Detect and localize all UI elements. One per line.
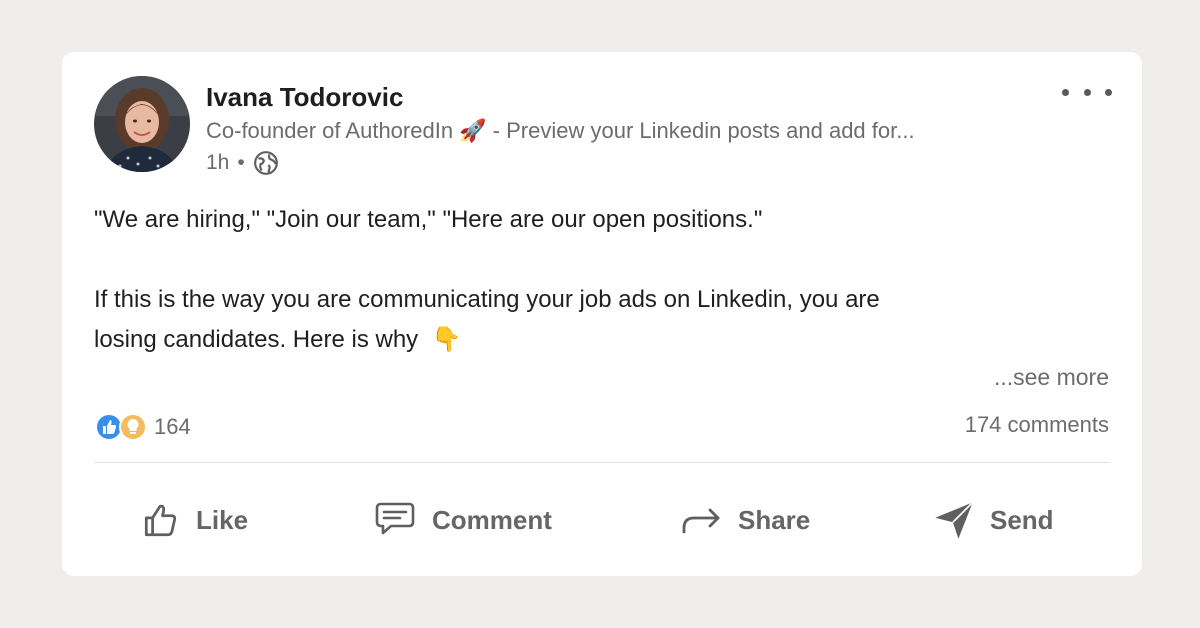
more-dot-icon [1062,88,1069,96]
share-arrow-icon [682,508,720,534]
more-dot-icon [1083,88,1091,96]
post-paragraph: "We are hiring," "Join our team," "Here … [94,206,763,233]
insightful-icon [119,413,147,441]
share-button[interactable]: Share [680,490,810,550]
send-button[interactable]: Send [932,490,1054,550]
comment-button[interactable]: Comment [372,490,552,550]
author-headline: Co-founder of AuthoredIn 🚀 - Preview you… [206,118,915,143]
author-name[interactable]: Ivana Todorovic [206,82,403,113]
reaction-icons [94,412,150,442]
divider [94,462,1110,463]
comment-icon [375,502,415,535]
like-label: Like [196,504,249,535]
post-actions: Like Comment Share Send [94,490,1110,550]
like-button[interactable]: Like [140,490,248,550]
avatar-photo [94,76,190,172]
post-body: "We are hiring," "Join our team," "Here … [94,200,1114,360]
send-label: Send [990,504,1054,535]
send-paper-plane-icon [935,501,974,539]
share-label: Share [738,504,811,535]
more-dot-icon [1105,88,1112,96]
pointing-down-emoji: 👇 [431,326,462,353]
thumbs-up-icon [144,504,177,537]
post-paragraph-line: losing candidates. Here is why 👇 [94,320,1114,360]
meta-separator: • [237,151,245,174]
post-meta: 1h • [206,150,279,176]
post-paragraph-line: If this is the way you are communicating… [94,286,880,313]
reactions-summary[interactable]: 164 [94,412,191,442]
post-card: Ivana Todorovic Co-founder of AuthoredIn… [62,52,1142,576]
globe-icon [253,151,278,175]
post-paragraph-text: losing candidates. Here is why [94,326,419,353]
more-options-button[interactable] [1062,80,1112,104]
post-time: 1h [206,151,230,174]
reaction-count: 164 [154,414,191,439]
comment-label: Comment [432,504,552,535]
avatar[interactable] [94,76,190,172]
see-more-link[interactable]: ...see more [994,364,1109,391]
comments-count[interactable]: 174 comments [965,412,1109,438]
